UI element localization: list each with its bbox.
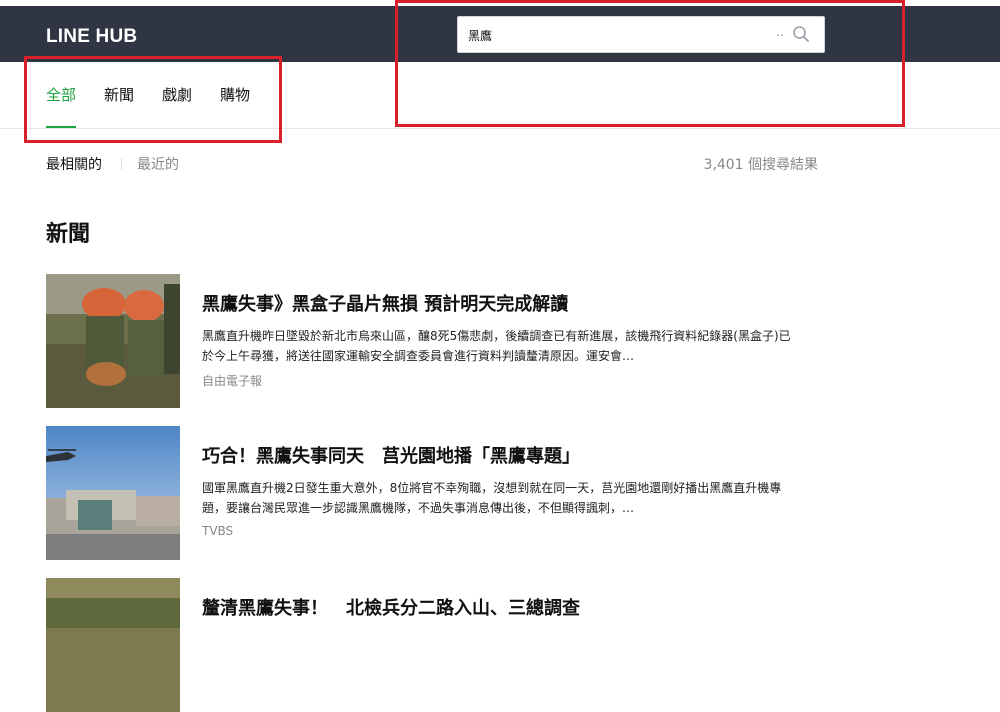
search-input[interactable] [468, 25, 768, 45]
search-ellipsis: .. [776, 25, 784, 39]
tab-drama[interactable]: 戲劇 [162, 84, 192, 128]
search-icon[interactable] [792, 25, 810, 43]
section-title-news: 新聞 [46, 222, 91, 247]
search-box[interactable]: .. [457, 16, 825, 53]
news-description: 黑鷹直升機昨日墜毀於新北市烏來山區，釀8死5傷悲劇，後續調查已有新進展，該機飛行… [202, 329, 791, 363]
tabs-divider [0, 128, 1000, 129]
tab-all[interactable]: 全部 [46, 84, 77, 128]
news-title[interactable]: 釐清黑鷹失事！ 北檢兵分二路入山、三總調查 [202, 594, 822, 620]
sort-most-recent[interactable]: 最近的 [137, 154, 179, 174]
news-title[interactable]: 黑鷹失事》黑盒子晶片無損 預計明天完成解讀 [202, 290, 822, 316]
news-source: TVBS [202, 524, 234, 538]
news-thumbnail[interactable] [46, 578, 180, 712]
news-description: 國軍黑鷹直升機2日發生重大意外，8位將官不幸殉職，沒想到就在同一天，莒光園地還剛… [202, 481, 782, 515]
news-item[interactable]: 釐清黑鷹失事！ 北檢兵分二路入山、三總調查 [46, 578, 826, 712]
sort-separator [121, 158, 122, 170]
news-thumbnail[interactable] [46, 426, 180, 560]
app-logo[interactable]: LINE HUB [46, 26, 137, 48]
news-item[interactable]: 巧合！黑鷹失事同天 莒光園地播「黑鷹專題」 國軍黑鷹直升機2日發生重大意外，8位… [46, 426, 826, 560]
sort-most-relevant[interactable]: 最相關的 [46, 154, 102, 174]
news-title[interactable]: 巧合！黑鷹失事同天 莒光園地播「黑鷹專題」 [202, 442, 822, 468]
news-source: 自由電子報 [202, 374, 263, 388]
news-thumbnail[interactable] [46, 274, 180, 408]
tab-news[interactable]: 新聞 [104, 84, 134, 128]
news-item[interactable]: 黑鷹失事》黑盒子晶片無損 預計明天完成解讀 黑鷹直升機昨日墜毀於新北市烏來山區，… [46, 274, 826, 408]
tab-shopping[interactable]: 購物 [220, 84, 250, 128]
top-header: LINE HUB .. [0, 0, 1000, 62]
results-count: 3,401 個搜尋結果 [703, 157, 818, 173]
